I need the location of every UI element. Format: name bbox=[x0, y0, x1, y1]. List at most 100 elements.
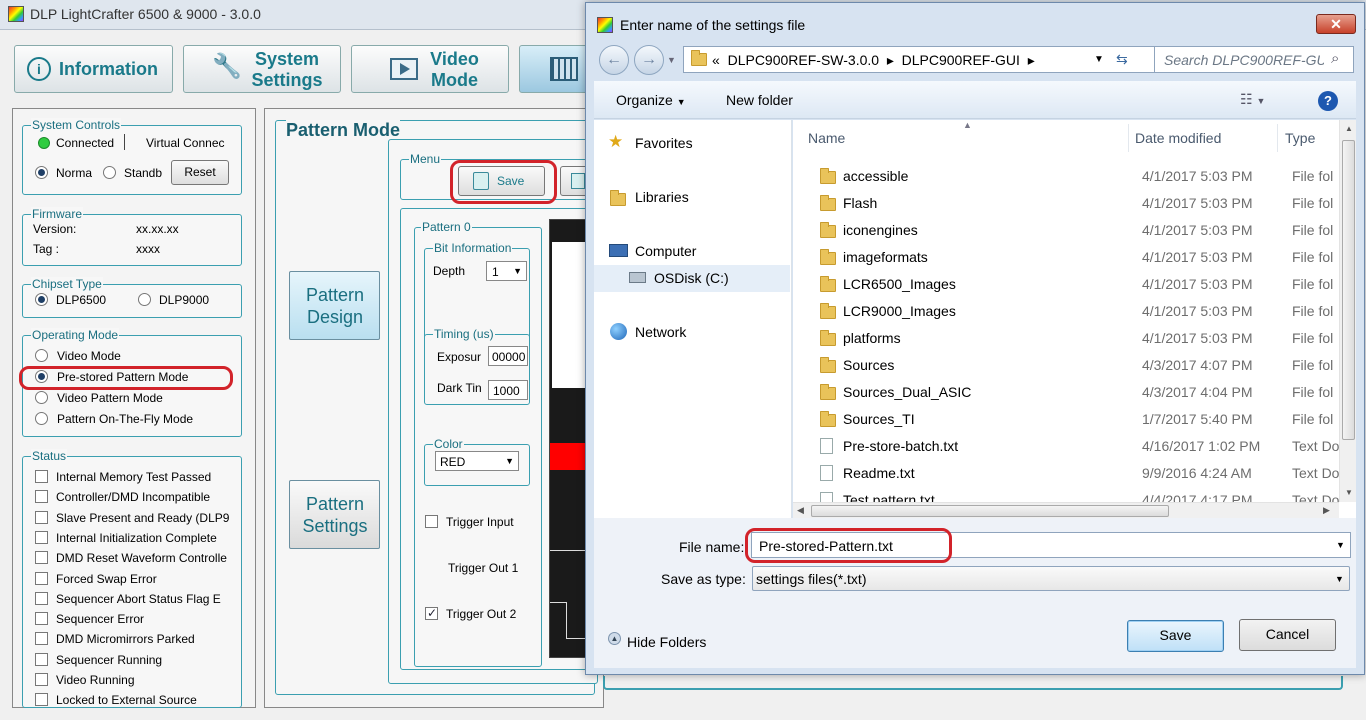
window-title: DLP LightCrafter 6500 & 9000 - 3.0.0 bbox=[30, 6, 261, 22]
nav-libraries[interactable]: Libraries bbox=[635, 189, 689, 205]
hide-folders-button[interactable]: Hide Folders bbox=[627, 634, 706, 650]
file-name: LCR6500_Images bbox=[843, 276, 956, 292]
chipset-dlp6500-radio[interactable] bbox=[35, 293, 48, 306]
nav-favorites[interactable]: Favorites bbox=[635, 135, 693, 151]
color-select[interactable]: RED ▼ bbox=[435, 451, 519, 471]
breadcrumb-item-sw[interactable]: DLPC900REF-SW-3.0.0 bbox=[728, 52, 879, 68]
status-checkbox[interactable] bbox=[35, 591, 48, 605]
help-icon[interactable]: ? bbox=[1318, 91, 1338, 111]
file-row[interactable]: accessible 4/1/2017 5:03 PM File fol bbox=[793, 163, 1348, 190]
exposure-input[interactable]: 00000 bbox=[488, 346, 528, 366]
pattern-settings-button[interactable]: Pattern Settings bbox=[289, 480, 380, 549]
refresh-icon[interactable]: ⇆ bbox=[1116, 51, 1128, 68]
tab-video-mode[interactable]: Video Mode bbox=[351, 45, 509, 93]
trigger-out2-checkbox[interactable] bbox=[425, 606, 438, 620]
column-header-type[interactable]: Type bbox=[1285, 130, 1315, 146]
status-checkbox[interactable] bbox=[35, 632, 48, 646]
status-checkbox[interactable] bbox=[35, 571, 48, 585]
status-checkbox[interactable] bbox=[35, 530, 48, 544]
save-type-select[interactable]: settings files(*.txt) ▼ bbox=[752, 566, 1350, 591]
folder-icon bbox=[820, 384, 836, 400]
status-checkbox[interactable] bbox=[35, 673, 48, 686]
tab-system-settings[interactable]: 🔧 System Settings bbox=[183, 45, 341, 93]
color-value: RED bbox=[440, 455, 466, 469]
connected-led-icon bbox=[38, 137, 50, 149]
dialog-save-button[interactable]: Save bbox=[1127, 620, 1224, 652]
trigger-input-checkbox[interactable] bbox=[425, 515, 438, 528]
status-checkbox[interactable] bbox=[35, 490, 48, 504]
horizontal-scroll-thumb[interactable] bbox=[811, 505, 1169, 517]
dialog-close-button[interactable]: ✕ bbox=[1316, 14, 1356, 34]
recent-locations-chevron-icon[interactable]: ▼ bbox=[667, 55, 676, 65]
file-row[interactable]: Sources 4/3/2017 4:07 PM File fol bbox=[793, 352, 1348, 379]
vertical-scrollbar[interactable]: ▲ ▼ bbox=[1339, 120, 1356, 502]
new-folder-button[interactable]: New folder bbox=[726, 92, 793, 108]
file-name: iconengines bbox=[843, 222, 918, 238]
folder-icon bbox=[820, 168, 836, 184]
dark-time-input[interactable]: 1000 bbox=[488, 380, 528, 400]
status-label: Sequencer Abort Status Flag E bbox=[56, 591, 221, 606]
column-header-date[interactable]: Date modified bbox=[1135, 130, 1221, 146]
scroll-left-icon[interactable]: ◀ bbox=[797, 505, 804, 516]
back-button[interactable]: ← bbox=[599, 45, 629, 75]
status-title: Status bbox=[31, 449, 68, 463]
view-options-icon[interactable]: ☷ ▼ bbox=[1240, 91, 1265, 108]
organize-button[interactable]: Organize ▼ bbox=[616, 92, 686, 108]
file-row[interactable]: imageformats 4/1/2017 5:03 PM File fol bbox=[793, 244, 1348, 271]
nav-network[interactable]: Network bbox=[635, 324, 686, 340]
chevron-down-icon[interactable]: ▼ bbox=[1336, 540, 1345, 550]
file-row[interactable]: platforms 4/1/2017 5:03 PM File fol bbox=[793, 325, 1348, 352]
status-checkbox[interactable] bbox=[35, 652, 48, 666]
chipset-dlp9000-radio[interactable] bbox=[138, 293, 151, 306]
mode-video-radio[interactable] bbox=[35, 349, 48, 362]
preview-red-band bbox=[550, 443, 590, 470]
highlight-file-name bbox=[745, 528, 952, 563]
tab-information[interactable]: i Information bbox=[14, 45, 173, 93]
nav-computer[interactable]: Computer bbox=[635, 243, 696, 259]
pattern-design-button[interactable]: Pattern Design bbox=[289, 271, 380, 340]
preview-trace bbox=[550, 550, 590, 551]
scroll-down-icon[interactable]: ▼ bbox=[1345, 488, 1353, 497]
breadcrumb-item-gui[interactable]: DLPC900REF-GUI bbox=[902, 52, 1020, 68]
file-row[interactable]: iconengines 4/1/2017 5:03 PM File fol bbox=[793, 217, 1348, 244]
breadcrumb-separator[interactable]: ▸ bbox=[887, 52, 894, 68]
search-box[interactable]: Search DLPC900REF-GUI ⌕ bbox=[1154, 46, 1354, 73]
depth-select[interactable]: 1 ▼ bbox=[486, 261, 527, 281]
file-row[interactable]: LCR9000_Images 4/1/2017 5:03 PM File fol bbox=[793, 298, 1348, 325]
status-checkbox[interactable] bbox=[35, 510, 48, 524]
tab-pattern-mode[interactable] bbox=[519, 45, 589, 93]
status-checkbox[interactable] bbox=[35, 470, 48, 483]
standby-radio[interactable] bbox=[103, 166, 116, 179]
status-checkbox[interactable] bbox=[35, 551, 48, 565]
breadcrumb-separator[interactable]: ▸ bbox=[1028, 52, 1035, 68]
dialog-cancel-button[interactable]: Cancel bbox=[1239, 619, 1336, 651]
vertical-scroll-thumb[interactable] bbox=[1342, 140, 1355, 440]
column-header-name[interactable]: Name bbox=[808, 130, 845, 146]
forward-button[interactable]: → bbox=[634, 45, 664, 75]
arrow-right-icon: → bbox=[641, 51, 657, 68]
breadcrumb-overflow[interactable]: « bbox=[712, 52, 720, 68]
mode-video-pattern-radio[interactable] bbox=[35, 391, 48, 404]
scroll-up-icon[interactable]: ▲ bbox=[1345, 124, 1353, 133]
normal-radio[interactable] bbox=[35, 166, 48, 179]
hide-folders-chevron-icon[interactable]: ▲ bbox=[608, 632, 621, 645]
file-row[interactable]: Pre-store-batch.txt 4/16/2017 1:02 PM Text… bbox=[793, 433, 1348, 460]
file-row[interactable]: Sources_TI 1/7/2017 5:40 PM File fol bbox=[793, 406, 1348, 433]
horizontal-scrollbar[interactable]: ◀ ▶ bbox=[793, 502, 1339, 518]
address-bar[interactable]: « DLPC900REF-SW-3.0.0 ▸ DLPC900REF-GUI ▸… bbox=[683, 46, 1219, 73]
file-row[interactable]: Sources_Dual_ASIC 4/3/2017 4:04 PM File fo… bbox=[793, 379, 1348, 406]
dialog-app-icon bbox=[597, 17, 613, 33]
nav-osdisk[interactable]: OSDisk (C:) bbox=[654, 270, 729, 286]
scroll-right-icon[interactable]: ▶ bbox=[1323, 505, 1330, 516]
file-row[interactable]: Flash 4/1/2017 5:03 PM File fol bbox=[793, 190, 1348, 217]
status-checkbox[interactable] bbox=[35, 612, 48, 626]
status-checkbox[interactable] bbox=[35, 693, 48, 707]
file-name: Sources_Dual_ASIC bbox=[843, 384, 972, 400]
file-row[interactable]: LCR6500_Images 4/1/2017 5:03 PM File fol bbox=[793, 271, 1348, 298]
pattern-mode-title: Pattern Mode bbox=[286, 120, 401, 141]
highlight-prestored bbox=[19, 366, 233, 390]
address-dropdown-icon[interactable]: ▼ bbox=[1094, 54, 1104, 65]
file-row[interactable]: Readme.txt 9/9/2016 4:24 AM Text Do bbox=[793, 460, 1348, 487]
mode-otf-radio[interactable] bbox=[35, 412, 48, 425]
reset-button[interactable]: Reset bbox=[171, 160, 229, 185]
